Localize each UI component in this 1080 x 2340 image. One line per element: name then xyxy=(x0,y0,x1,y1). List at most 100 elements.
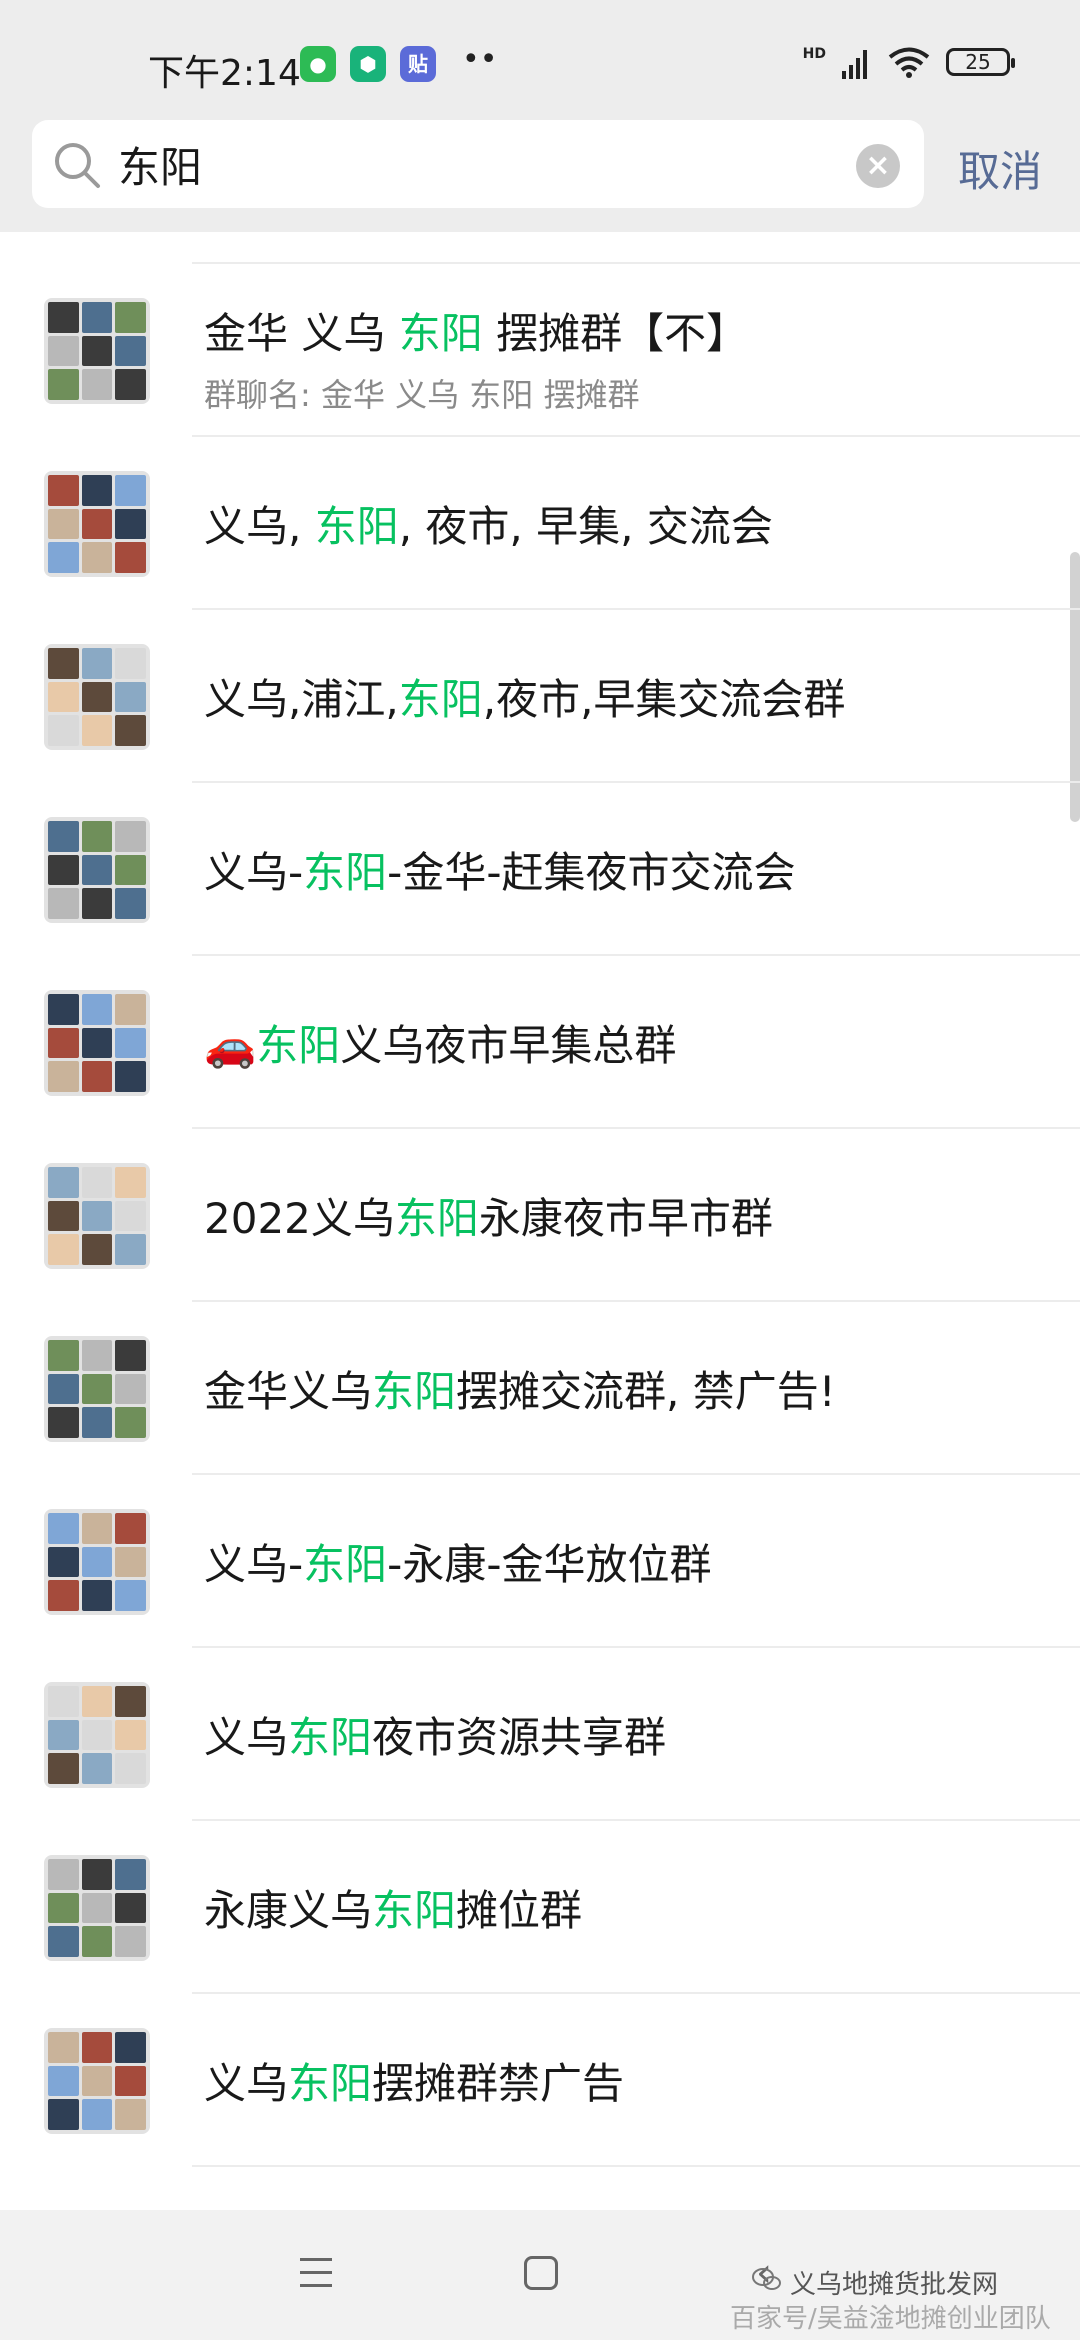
wechat-watermark-icon xyxy=(752,2268,781,2290)
member-thumbnail xyxy=(48,888,79,919)
title-highlight: 东阳 xyxy=(372,1367,457,1416)
navigation-bar: ‹ 义乌地摊货批发网 百家号/吴益淦地摊创业团队 xyxy=(0,2210,1080,2340)
result-title: 义乌,浦江,东阳,夜市,早集交流会群 xyxy=(204,666,845,727)
member-thumbnail xyxy=(115,715,146,746)
title-highlight: 东阳 xyxy=(394,1194,479,1243)
result-row[interactable]: 永康义乌东阳摊位群 xyxy=(0,1821,1080,1994)
result-title: 金华义乌东阳摆摊交流群, 禁广告! xyxy=(204,1358,836,1419)
search-box[interactable]: × xyxy=(32,120,924,208)
home-icon[interactable] xyxy=(524,2256,558,2290)
member-thumbnail xyxy=(81,1407,113,1438)
member-thumbnail xyxy=(48,1373,79,1405)
cancel-button[interactable]: 取消 xyxy=(958,138,1042,199)
member-thumbnail xyxy=(81,1373,113,1405)
member-thumbnail xyxy=(81,1200,113,1232)
member-thumbnail xyxy=(81,1340,113,1371)
search-icon xyxy=(55,143,100,188)
member-thumbnail xyxy=(81,1513,113,1544)
result-row[interactable]: 🚗东阳义乌夜市早集总群 xyxy=(0,956,1080,1129)
result-title: 义乌, 东阳, 夜市, 早集, 交流会 xyxy=(204,493,773,554)
result-title: 金华 义乌 东阳 摆摊群【不】 xyxy=(204,300,748,361)
member-thumbnail xyxy=(81,369,113,400)
member-thumbnail xyxy=(81,1027,113,1059)
result-title: 义乌东阳摆摊群禁广告 xyxy=(204,2050,624,2111)
member-thumbnail xyxy=(81,1580,113,1611)
title-highlight: 东阳 xyxy=(372,1886,457,1935)
member-thumbnail xyxy=(81,821,113,852)
result-row[interactable]: 金华 义乌 东阳 摆摊群【不】 群聊名: 金华 义乌 东阳 摆摊群 xyxy=(0,264,1080,437)
title-text: 义乌,浦江, xyxy=(204,675,399,724)
member-thumbnail xyxy=(48,994,79,1025)
search-results-list[interactable]: 金华 义乌 东阳 摆摊群【不】 群聊名: 金华 义乌 东阳 摆摊群 义乌, 东阳, … xyxy=(0,232,1080,2210)
member-thumbnail xyxy=(115,1340,146,1371)
member-thumbnail xyxy=(115,1686,146,1717)
group-avatar xyxy=(44,1509,150,1615)
group-avatar xyxy=(44,2028,150,2134)
menu-icon[interactable] xyxy=(300,2258,332,2288)
title-text: 金华 义乌 xyxy=(204,309,399,358)
member-thumbnail xyxy=(48,1926,79,1957)
title-text: 永康夜市早市群 xyxy=(478,1194,773,1243)
title-highlight: 东阳 xyxy=(303,848,388,897)
result-row[interactable]: 义乌, 东阳, 夜市, 早集, 交流会 xyxy=(0,437,1080,610)
shield-app-icon: ⬢ xyxy=(350,46,386,82)
title-text: 义乌, xyxy=(204,502,315,551)
search-input[interactable] xyxy=(118,132,858,196)
member-thumbnail xyxy=(81,715,113,746)
member-thumbnail xyxy=(48,2032,79,2063)
source-text: 百家号/吴益淦地摊创业团队 xyxy=(730,2304,1051,2334)
result-row[interactable]: 义乌东阳夜市资源共享群 xyxy=(0,1648,1080,1821)
group-avatar xyxy=(44,1336,150,1442)
member-thumbnail xyxy=(48,1167,79,1198)
title-text: 摆摊交流群, 禁广告! xyxy=(456,1367,836,1416)
member-thumbnail xyxy=(115,888,146,919)
title-text: 义乌夜市早集总群 xyxy=(340,1021,677,1070)
member-thumbnail xyxy=(115,1719,146,1751)
member-thumbnail xyxy=(115,821,146,852)
member-thumbnail xyxy=(48,542,79,573)
member-thumbnail xyxy=(115,1546,146,1578)
member-thumbnail xyxy=(48,302,79,333)
member-thumbnail xyxy=(48,475,79,506)
member-thumbnail xyxy=(81,475,113,506)
more-notifications-icon: •• xyxy=(462,42,498,77)
network-type-label: HD xyxy=(802,46,826,62)
member-thumbnail xyxy=(81,854,113,886)
result-title: 义乌-东阳-永康-金华放位群 xyxy=(204,1531,711,1592)
result-row[interactable]: 义乌-东阳-金华-赶集夜市交流会 xyxy=(0,783,1080,956)
title-text: 摊位群 xyxy=(456,1886,583,1935)
member-thumbnail xyxy=(48,1234,79,1265)
group-avatar xyxy=(44,1163,150,1269)
group-avatar xyxy=(44,298,150,404)
title-text: 义乌 xyxy=(204,2059,289,2108)
group-avatar xyxy=(44,1682,150,1788)
title-text: , 夜市, 早集, 交流会 xyxy=(398,502,773,551)
result-row[interactable]: 义乌东阳摆摊群禁广告 xyxy=(0,1994,1080,2167)
group-avatar xyxy=(44,990,150,1096)
member-thumbnail xyxy=(48,1859,79,1890)
title-text: 摆摊群禁广告 xyxy=(372,2059,625,2108)
member-thumbnail xyxy=(115,648,146,679)
member-thumbnail xyxy=(81,542,113,573)
member-thumbnail xyxy=(115,1513,146,1544)
result-row[interactable]: 金华义乌东阳摆摊交流群, 禁广告! xyxy=(0,1302,1080,1475)
title-text: 永康义乌 xyxy=(204,1886,373,1935)
clear-search-icon[interactable]: × xyxy=(856,144,900,188)
member-thumbnail xyxy=(81,1926,113,1957)
member-thumbnail xyxy=(48,1513,79,1544)
member-thumbnail xyxy=(81,508,113,540)
result-row[interactable]: 义乌-东阳-永康-金华放位群 xyxy=(0,1475,1080,1648)
title-text: 义乌- xyxy=(204,848,304,897)
result-title: 义乌东阳夜市资源共享群 xyxy=(204,1704,666,1765)
member-thumbnail xyxy=(48,1892,79,1924)
battery-icon: 25 xyxy=(946,48,1015,76)
result-row[interactable]: 义乌,浦江,东阳,夜市,早集交流会群 xyxy=(0,610,1080,783)
member-thumbnail xyxy=(115,542,146,573)
result-row[interactable]: 2022义乌东阳永康夜市早市群 xyxy=(0,1129,1080,1302)
member-thumbnail xyxy=(115,1859,146,1890)
member-thumbnail xyxy=(48,854,79,886)
member-thumbnail xyxy=(81,302,113,333)
member-thumbnail xyxy=(81,994,113,1025)
member-thumbnail xyxy=(81,1234,113,1265)
member-thumbnail xyxy=(81,888,113,919)
